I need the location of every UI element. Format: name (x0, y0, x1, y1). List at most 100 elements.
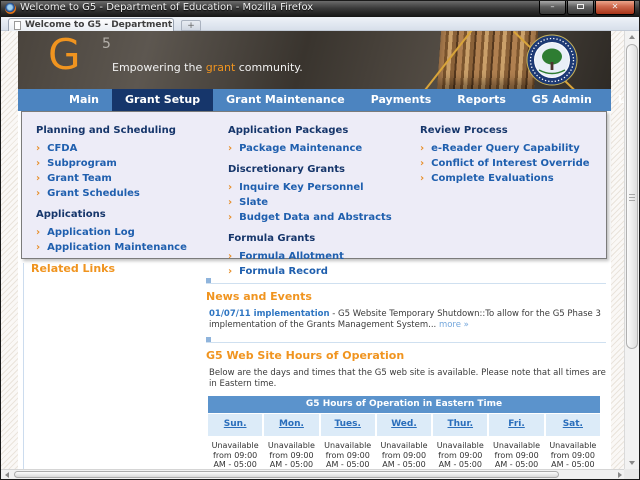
hours-cell-sat: Unavailable from 09:00 AM - 05:00 PM (545, 437, 600, 469)
day-link-label[interactable]: Fri. (508, 419, 525, 429)
scrollbar-corner (624, 469, 639, 479)
dropdown-link-application-log[interactable]: › Application Log (36, 227, 228, 239)
dropdown-link-formula-record[interactable]: › Formula Record (228, 266, 420, 278)
chevron-right-icon: › (228, 251, 233, 262)
maximize-button[interactable] (567, 1, 594, 15)
dropdown-link-package-maintenance[interactable]: › Package Maintenance (228, 143, 420, 155)
dropdown-link-label: CFDA (47, 143, 78, 154)
news-more-link[interactable]: more » (439, 320, 469, 330)
day-link-label[interactable]: Mon. (279, 419, 304, 429)
dropdown-link-inquire-key-personnel[interactable]: › Inquire Key Personnel (228, 182, 420, 194)
hours-cell-mon: Unavailable from 09:00 AM - 05:00 PM (264, 437, 319, 469)
browser-tab[interactable]: Welcome to G5 - Department of Edu... (8, 18, 174, 31)
section-divider (206, 337, 606, 343)
dropdown-link-complete-evaluations[interactable]: › Complete Evaluations (420, 173, 606, 185)
g5-logo[interactable]: G (48, 31, 81, 79)
day-header-tues[interactable]: Tues. (320, 414, 375, 436)
dropdown-link-grant-team[interactable]: › Grant Team (36, 173, 228, 185)
dropdown-link-application-maintenance[interactable]: › Application Maintenance (36, 242, 228, 254)
dropdown-link-label: Conflict of Interest Override (431, 158, 590, 169)
chevron-right-icon: › (36, 188, 41, 199)
scroll-down-icon[interactable] (625, 457, 639, 469)
scroll-up-icon[interactable] (625, 31, 639, 43)
chevron-right-icon: › (420, 173, 425, 184)
dropdown-column-1: Planning and Scheduling › CFDA › Subprogram ›… (36, 116, 228, 258)
section-divider (206, 278, 606, 284)
vertical-scrollbar-thumb[interactable] (626, 44, 638, 349)
dropdown-link-subprogram[interactable]: › Subprogram (36, 158, 228, 170)
dropdown-heading-formula-grants: Formula Grants (228, 233, 316, 244)
day-header-fri[interactable]: Fri. (489, 414, 544, 436)
news-item: 01/07/11 implementation - G5 Website Tem… (206, 309, 606, 331)
dropdown-link-formula-allotment[interactable]: › Formula Allotment (228, 251, 420, 263)
dropdown-link-label: Slate (239, 197, 269, 208)
tagline: Empowering the grant community. (112, 61, 303, 74)
chevron-right-icon: › (420, 158, 425, 169)
menu-item-main[interactable]: Main (56, 89, 112, 111)
day-header-sat[interactable]: Sat. (545, 414, 600, 436)
menu-item-grant-setup[interactable]: Grant Setup (111, 89, 214, 111)
left-margin-stripes (1, 31, 18, 469)
dropdown-heading-review-process: Review Process (420, 125, 508, 136)
day-link-label[interactable]: Sun. (224, 419, 247, 429)
dropdown-heading-planning-and-scheduling: Planning and Scheduling (36, 125, 176, 136)
dropdown-link-cfda[interactable]: › CFDA (36, 143, 228, 155)
site-banner: G 5 Empowering the grant community. (18, 31, 611, 89)
day-header-wed[interactable]: Wed. (376, 414, 432, 436)
dropdown-heading-applications: Applications (36, 209, 106, 220)
dropdown-link-label: Package Maintenance (239, 143, 363, 154)
day-link-label[interactable]: Thur. (448, 419, 474, 429)
chevron-right-icon: › (36, 143, 41, 154)
minimize-button[interactable]: – (539, 1, 566, 15)
vertical-scrollbar[interactable] (624, 31, 639, 469)
related-links-heading: Related Links (31, 262, 116, 275)
menu-item-grant-maintenance[interactable]: Grant Maintenance (213, 89, 358, 111)
tab-title: Welcome to G5 - Department of Edu... (25, 20, 173, 30)
dropdown-heading-discretionary-grants: Discretionary Grants (228, 164, 345, 175)
hours-heading: G5 Web Site Hours of Operation (206, 349, 405, 362)
day-header-mon[interactable]: Mon. (264, 414, 319, 436)
day-link-label[interactable]: Wed. (391, 419, 417, 429)
department-of-education-seal (526, 34, 578, 86)
hours-body-row: Unavailable from 09:00 AM - 05:00 PMUnav… (208, 437, 600, 469)
horizontal-scrollbar-thumb[interactable] (14, 471, 559, 478)
page-viewport: G 5 Empowering the grant community. Main… (1, 31, 639, 469)
dropdown-link-label: e-Reader Query Capability (431, 143, 580, 154)
chevron-right-icon: › (36, 173, 41, 184)
menu-item-reports[interactable]: Reports (444, 89, 519, 111)
dropdown-link-label: Formula Allotment (239, 251, 344, 262)
dropdown-link-slate[interactable]: › Slate (228, 197, 420, 209)
chevron-right-icon: › (228, 182, 233, 193)
hours-table-title: G5 Hours of Operation in Eastern Time (208, 396, 600, 413)
dropdown-link-conflict-of-interest-override[interactable]: › Conflict of Interest Override (420, 158, 606, 170)
day-header-thur[interactable]: Thur. (433, 414, 488, 436)
close-button[interactable]: ✕ (595, 1, 635, 15)
horizontal-scrollbar[interactable] (1, 469, 626, 479)
dropdown-link-grant-schedules[interactable]: › Grant Schedules (36, 188, 228, 200)
menu-item-g5-admin[interactable]: G5 Admin (519, 89, 605, 111)
hours-table: G5 Hours of Operation in Eastern Time Su… (206, 395, 602, 469)
day-header-sun[interactable]: Sun. (208, 414, 263, 436)
main-content: News and Events 01/07/11 implementation … (206, 278, 606, 469)
day-link-label[interactable]: Sat. (563, 419, 583, 429)
menu-item-payments[interactable]: Payments (358, 89, 445, 111)
chevron-right-icon: › (36, 158, 41, 169)
dropdown-link-label: Application Maintenance (47, 242, 187, 253)
news-item-link[interactable]: 01/07/11 implementation (209, 309, 330, 319)
section-marker-icon (206, 337, 211, 342)
hours-intro: Below are the days and times that the G5… (209, 368, 606, 389)
hours-cell-thur: Unavailable from 09:00 AM - 05:00 PM (433, 437, 488, 469)
title-bar[interactable]: Welcome to G5 - Department of Education … (1, 1, 639, 17)
browser-window: Welcome to G5 - Department of Education … (0, 0, 640, 480)
dropdown-column-2: Application Packages › Package Maintenance… (228, 116, 420, 277)
dropdown-link-e-reader-query-capability[interactable]: › e-Reader Query Capability (420, 143, 606, 155)
scroll-left-icon[interactable] (1, 470, 13, 479)
chevron-right-icon: › (420, 143, 425, 154)
new-tab-button[interactable]: + (181, 20, 201, 31)
hours-cell-sun: Unavailable from 09:00 AM - 05:00 PM (208, 437, 263, 469)
news-heading: News and Events (206, 290, 312, 303)
dropdown-link-label: Subprogram (47, 158, 117, 169)
dropdown-link-label: Budget Data and Abstracts (239, 212, 392, 223)
day-link-label[interactable]: Tues. (334, 419, 360, 429)
dropdown-link-budget-data-and-abstracts[interactable]: › Budget Data and Abstracts (228, 212, 420, 224)
